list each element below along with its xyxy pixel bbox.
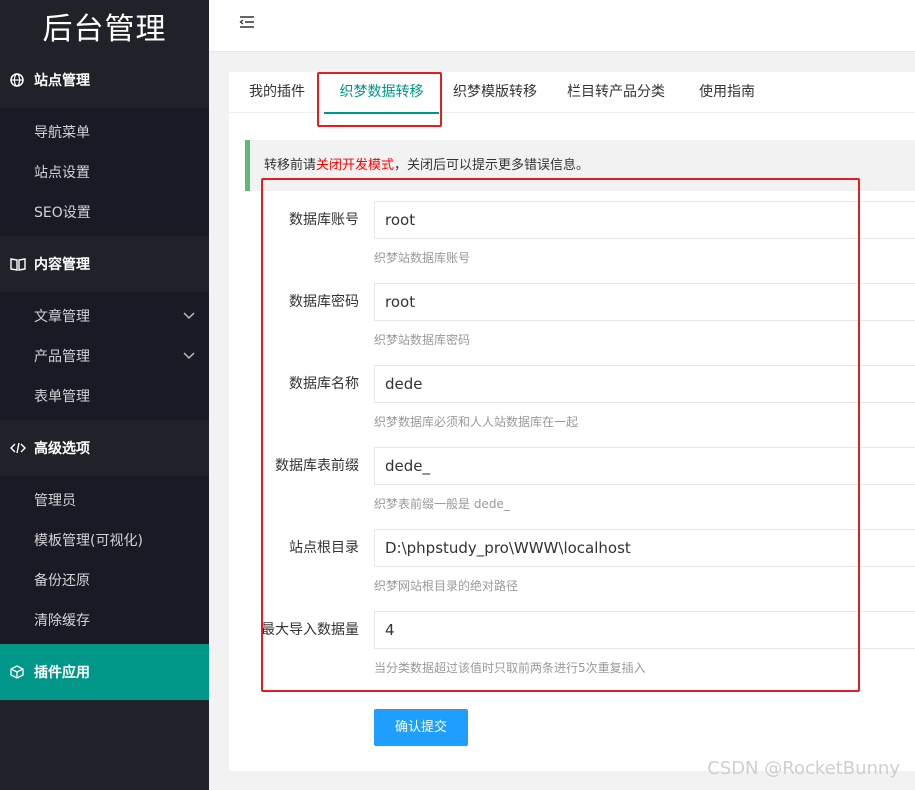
sidebar-group-content[interactable]: 内容管理	[0, 236, 209, 292]
sidebar-group-label: 站点管理	[34, 73, 90, 89]
tab-user-guide[interactable]: 使用指南	[699, 72, 755, 113]
sidebar-item-forms[interactable]: 表单管理	[0, 376, 209, 416]
sidebar-group-label: 高级选项	[34, 441, 90, 457]
sidebar-group-label: 插件应用	[34, 665, 90, 681]
tab-dede-template-transfer[interactable]: 织梦模版转移	[453, 72, 537, 113]
sidebar-item-templates[interactable]: 模板管理(可视化)	[0, 520, 209, 560]
chevron-down-icon	[183, 348, 195, 364]
sidebar: 后台管理 站点管理 导航菜单 站点设置 SEO设置 内容管理 文章管理 产品管理…	[0, 0, 209, 790]
sidebar-item-articles[interactable]: 文章管理	[0, 296, 209, 336]
annotation-box-tab	[317, 72, 442, 127]
sidebar-item-clear-cache[interactable]: 清除缓存	[0, 600, 209, 640]
top-header	[209, 0, 915, 52]
sidebar-submenu: 文章管理 产品管理 表单管理	[0, 292, 209, 420]
sidebar-item-seo-settings[interactable]: SEO设置	[0, 192, 209, 232]
globe-icon	[10, 73, 34, 87]
sidebar-group-label: 内容管理	[34, 257, 90, 273]
sidebar-item-nav-menu[interactable]: 导航菜单	[0, 112, 209, 152]
chevron-down-icon	[183, 308, 195, 324]
cube-icon	[10, 665, 34, 679]
sidebar-group-advanced[interactable]: 高级选项	[0, 420, 209, 476]
sidebar-group-plugins[interactable]: 插件应用	[0, 644, 209, 700]
menu-fold-icon[interactable]	[239, 14, 255, 34]
watermark: CSDN @RocketBunny	[707, 758, 900, 779]
sidebar-group-site[interactable]: 站点管理	[0, 52, 209, 108]
sidebar-item-backup[interactable]: 备份还原	[0, 560, 209, 600]
annotation-box-form	[261, 178, 860, 692]
book-icon	[10, 257, 34, 271]
sidebar-item-products[interactable]: 产品管理	[0, 336, 209, 376]
code-icon	[10, 442, 34, 454]
submit-button[interactable]: 确认提交	[374, 709, 468, 746]
tip-highlight: 关闭开发模式	[316, 158, 395, 173]
sidebar-item-site-settings[interactable]: 站点设置	[0, 152, 209, 192]
sidebar-item-admins[interactable]: 管理员	[0, 480, 209, 520]
logo[interactable]: 后台管理	[0, 0, 209, 52]
tab-column-to-category[interactable]: 栏目转产品分类	[566, 72, 666, 113]
tab-my-plugins[interactable]: 我的插件	[249, 72, 305, 113]
sidebar-submenu: 管理员 模板管理(可视化) 备份还原 清除缓存	[0, 476, 209, 644]
sidebar-submenu: 导航菜单 站点设置 SEO设置	[0, 108, 209, 236]
